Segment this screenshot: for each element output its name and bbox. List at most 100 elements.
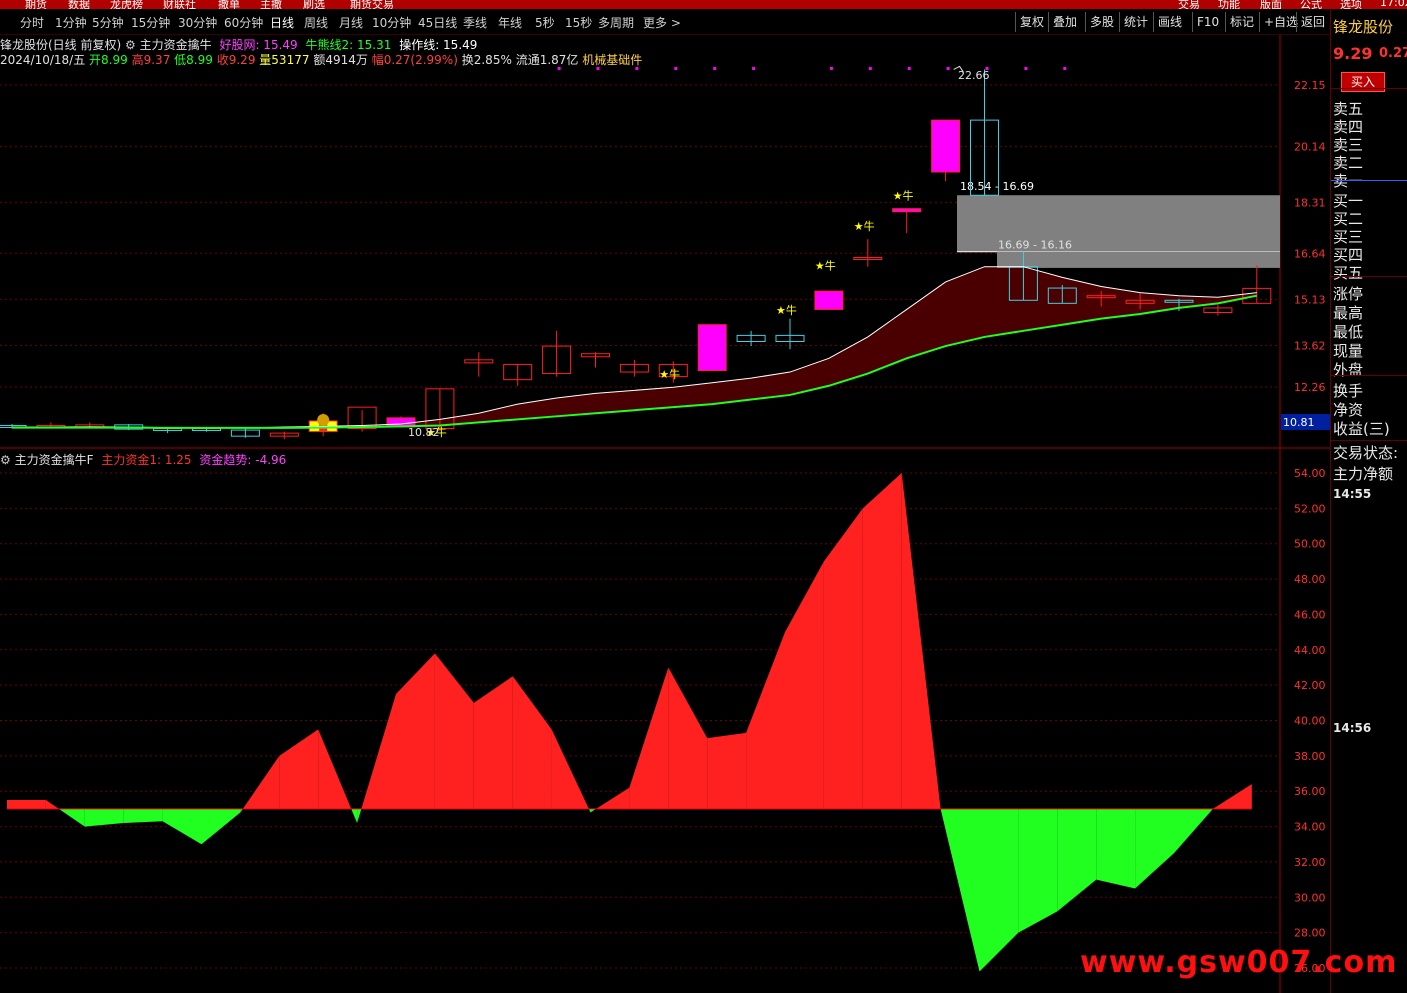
period-tab[interactable]: 月线 xyxy=(339,14,363,31)
time-label: 14:55 xyxy=(1333,487,1372,501)
menu-item-right[interactable]: 选项 xyxy=(1340,0,1362,9)
sub-axis-label: 38.00 xyxy=(1294,750,1326,763)
toolbar-button[interactable]: 返回 xyxy=(1296,12,1329,32)
menu-item-right[interactable]: 功能 xyxy=(1218,0,1240,9)
menu-item[interactable]: 主撤 xyxy=(260,0,282,9)
menu-item[interactable]: 撤单 xyxy=(218,0,240,9)
net-label: 主力净额 xyxy=(1333,465,1394,483)
period-tab[interactable]: 更多 > xyxy=(643,14,681,31)
sub-area-segment xyxy=(279,729,319,809)
menu-item-right[interactable]: 17:02 xyxy=(1380,0,1407,9)
toolbar-button[interactable]: 叠加 xyxy=(1048,12,1081,32)
period-tab[interactable]: 1分钟 xyxy=(55,14,87,31)
toolbar-button[interactable]: 画线 xyxy=(1153,12,1186,32)
buy-level: 买五 xyxy=(1333,264,1364,282)
signal-dot xyxy=(752,67,756,70)
menu-item-right[interactable]: 版面 xyxy=(1260,0,1282,9)
sub-indicator-icon[interactable]: ⚙ xyxy=(0,453,11,467)
period-tab[interactable]: 周线 xyxy=(304,14,328,31)
panel-divider xyxy=(1331,88,1407,89)
indicator-name: 主力资金擒牛 xyxy=(139,38,212,52)
quote-change: 幅0.27(2.99%) xyxy=(371,53,458,67)
period-tab[interactable]: 多周期 xyxy=(598,14,634,31)
menu-item[interactable]: 财联社 xyxy=(163,0,196,9)
quote-volume: 量53177 xyxy=(259,53,310,67)
signal-marker: ★牛 xyxy=(854,219,875,233)
candle-body xyxy=(931,119,961,173)
toolbar-button[interactable]: 多股 xyxy=(1085,12,1118,32)
period-tab[interactable]: 分时 xyxy=(20,14,44,31)
price-axis-label: 15.13 xyxy=(1294,293,1326,306)
menu-bar: 期货 数据 龙虎榜 财联社 撤单 主撤 刷选 期货交易 交易 功能 版面 公式 选项 17:02 xyxy=(0,0,1407,9)
menu-item[interactable]: 期货交易 xyxy=(350,0,394,9)
buy-button[interactable]: 买入 xyxy=(1341,72,1385,92)
chart-area[interactable]: 22.15 20.14 18.31 16.64 15.13 13.62 12.26 10.81… xyxy=(0,35,1330,993)
menu-item-right[interactable]: 公式 xyxy=(1300,0,1322,9)
signal-dot xyxy=(713,67,717,70)
sub-area-segment xyxy=(162,808,202,845)
sub-panel-title: 主力资金擒牛F xyxy=(14,453,94,467)
period-tab[interactable]: 季线 xyxy=(463,14,487,31)
sub-axis-label: 54.00 xyxy=(1294,467,1326,480)
sub-area-segment xyxy=(629,667,669,809)
sub-area-segment xyxy=(1057,808,1097,912)
period-tab[interactable]: 年线 xyxy=(498,14,522,31)
quote-date: 2024/10/18/五 xyxy=(0,53,86,67)
sub-area-segment xyxy=(396,653,435,809)
quote-close: 收9.29 xyxy=(216,53,256,67)
period-tab[interactable]: 15秒 xyxy=(565,14,592,31)
period-tab[interactable]: 30分钟 xyxy=(178,14,217,31)
indicator-icon[interactable]: ⚙ xyxy=(125,38,136,52)
toolbar-button[interactable]: 标记 xyxy=(1225,12,1258,32)
sub-area-segment xyxy=(590,808,597,813)
period-tab[interactable]: 日线 xyxy=(270,14,294,31)
sub-area-segment xyxy=(668,667,708,809)
panel-price: 9.29 xyxy=(1333,44,1373,63)
quote-turnover: 换2.85% xyxy=(461,53,512,67)
sub-area-segment xyxy=(512,676,552,809)
stat-label: 收益(三) xyxy=(1333,420,1390,438)
sub-axis-label: 52.00 xyxy=(1294,502,1326,515)
sub-area-segment xyxy=(1018,808,1058,933)
period-tab[interactable]: 5秒 xyxy=(535,14,555,31)
sub-area-segment xyxy=(201,808,241,845)
period-tab[interactable]: 15分钟 xyxy=(131,14,170,31)
sub-axis-label: 44.00 xyxy=(1294,644,1326,657)
stat-label: 换手 xyxy=(1333,382,1364,400)
stock-title: 锋龙股份(日线 前复权) xyxy=(0,38,122,52)
low-label: 10.82 xyxy=(408,426,440,439)
sub-area-segment xyxy=(473,676,513,809)
sub-area-segment xyxy=(361,693,396,809)
signal-marker: ★牛 xyxy=(893,189,914,203)
menu-item[interactable]: 刷选 xyxy=(303,0,325,9)
period-tab[interactable]: 45日线 xyxy=(418,14,457,31)
sub-area-segment xyxy=(240,808,243,813)
quote-row: 2024/10/18/五 开8.99 高9.37 低8.99 收9.29 量53… xyxy=(0,51,642,68)
stat-label: 净资 xyxy=(1333,401,1364,419)
price-axis-label: 18.31 xyxy=(1294,196,1326,209)
toolbar-button[interactable]: 复权 xyxy=(1015,12,1048,32)
menu-item[interactable]: 龙虎榜 xyxy=(110,0,143,9)
sub-area-segment xyxy=(123,808,163,824)
toolbar-button[interactable]: F10 xyxy=(1192,12,1223,32)
menu-item[interactable]: 数据 xyxy=(68,0,90,9)
sub-axis-label: 28.00 xyxy=(1294,927,1326,940)
period-tab[interactable]: 10分钟 xyxy=(372,14,411,31)
sub-axis-label: 50.00 xyxy=(1294,538,1326,551)
menu-item-right[interactable]: 交易 xyxy=(1178,0,1200,9)
ind3-label: 操作线: 15.49 xyxy=(399,38,478,52)
price-axis-label: 16.64 xyxy=(1294,247,1326,260)
signal-dot xyxy=(946,67,950,70)
sub-area-segment xyxy=(588,808,591,813)
panel-divider xyxy=(1331,276,1407,277)
menu-item[interactable]: 期货 xyxy=(25,0,47,9)
panel-divider xyxy=(1331,375,1407,376)
quote-sector: 机械基础件 xyxy=(582,53,643,67)
time-label: 14:56 xyxy=(1333,721,1372,735)
toolbar-button[interactable]: 统计 xyxy=(1119,12,1152,32)
watermark: www.gsw007.com xyxy=(1080,945,1398,980)
signal-dot xyxy=(1024,67,1028,70)
sub-area-segment xyxy=(901,473,941,809)
period-tab[interactable]: 5分钟 xyxy=(92,14,124,31)
period-tab[interactable]: 60分钟 xyxy=(224,14,263,31)
